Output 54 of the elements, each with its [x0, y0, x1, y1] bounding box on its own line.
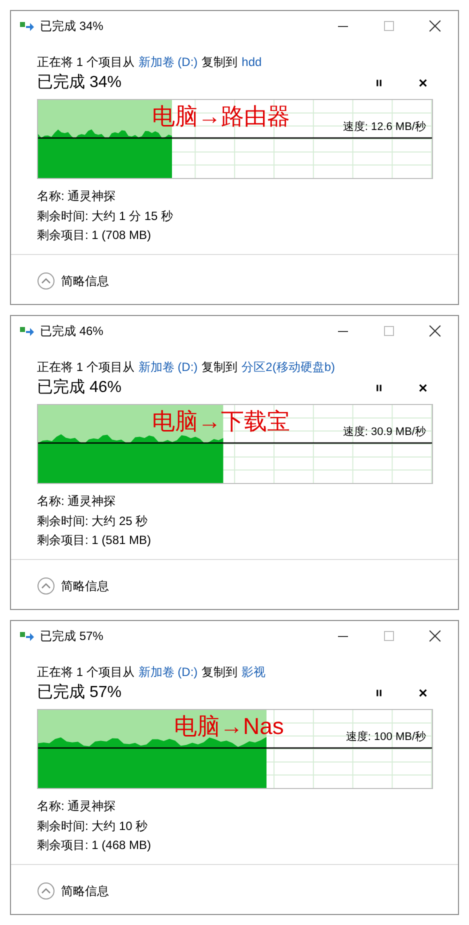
source-link[interactable]: 新加卷 (D:) [138, 54, 198, 70]
maximize-icon [384, 631, 394, 641]
copy-text: 正在将 1 个项目从 [37, 54, 134, 70]
window-title: 已完成 46% [40, 323, 104, 340]
maximize-icon [384, 21, 394, 31]
copy-text: 复制到 [202, 664, 238, 680]
maximize-icon [384, 326, 394, 336]
copy-icon [20, 21, 34, 31]
pause-icon [375, 384, 383, 392]
source-link[interactable]: 新加卷 (D:) [138, 359, 198, 375]
annotation-text: 电脑→下载宝 [152, 407, 290, 436]
close-icon [429, 325, 441, 337]
copy-text: 复制到 [202, 54, 238, 70]
annotation-text: 电脑→路由器 [152, 102, 290, 131]
chevron-up-icon [37, 576, 55, 594]
copy-text: 复制到 [202, 359, 238, 375]
progress-title: 已完成 34% [37, 72, 122, 93]
items-left-text: 剩余项目: 1 (581 MB) [37, 532, 152, 549]
details-toggle[interactable]: 简略信息 [37, 272, 109, 290]
time-left-text: 剩余时间: 大约 1 分 15 秒 [37, 208, 174, 224]
pause-icon [375, 79, 383, 87]
name-text: 名称: 通灵神探 [37, 798, 117, 815]
items-left-text: 剩余项目: 1 (468 MB) [37, 837, 152, 854]
destination-link[interactable]: 影视 [242, 664, 266, 680]
progress-title: 已完成 46% [37, 378, 122, 398]
cancel-icon [419, 689, 427, 697]
details-toggle[interactable]: 简略信息 [37, 882, 109, 900]
annotation-text: 电脑→Nas [174, 712, 284, 741]
chevron-up-icon [37, 272, 55, 290]
copy-icon [20, 326, 34, 336]
items-left-text: 剩余项目: 1 (708 MB) [37, 227, 152, 244]
name-text: 名称: 通灵神探 [37, 493, 117, 510]
time-left-text: 剩余时间: 大约 10 秒 [37, 818, 149, 834]
source-link[interactable]: 新加卷 (D:) [138, 664, 198, 680]
time-left-text: 剩余时间: 大约 25 秒 [37, 512, 149, 530]
close-icon [429, 20, 441, 32]
name-text: 名称: 通灵神探 [37, 188, 117, 205]
destination-link[interactable]: 分区2(移动硬盘b) [242, 359, 336, 375]
destination-link[interactable]: hdd [242, 54, 262, 70]
copy-text: 正在将 1 个项目从 [37, 359, 134, 375]
speed-text: 速度: 100 MB/秒 [346, 730, 426, 744]
speed-text: 速度: 30.9 MB/秒 [342, 425, 426, 439]
copy-icon [20, 631, 34, 641]
cancel-icon [419, 384, 427, 392]
close-icon [429, 630, 441, 642]
speed-text: 速度: 12.6 MB/秒 [342, 120, 426, 134]
copy-text: 正在将 1 个项目从 [37, 664, 134, 680]
cancel-icon [419, 79, 427, 87]
window-title: 已完成 34% [40, 18, 104, 35]
pause-icon [375, 689, 383, 697]
details-toggle[interactable]: 简略信息 [37, 576, 109, 594]
chevron-up-icon [37, 882, 55, 900]
progress-title: 已完成 57% [37, 682, 122, 703]
window-title: 已完成 57% [40, 628, 104, 645]
